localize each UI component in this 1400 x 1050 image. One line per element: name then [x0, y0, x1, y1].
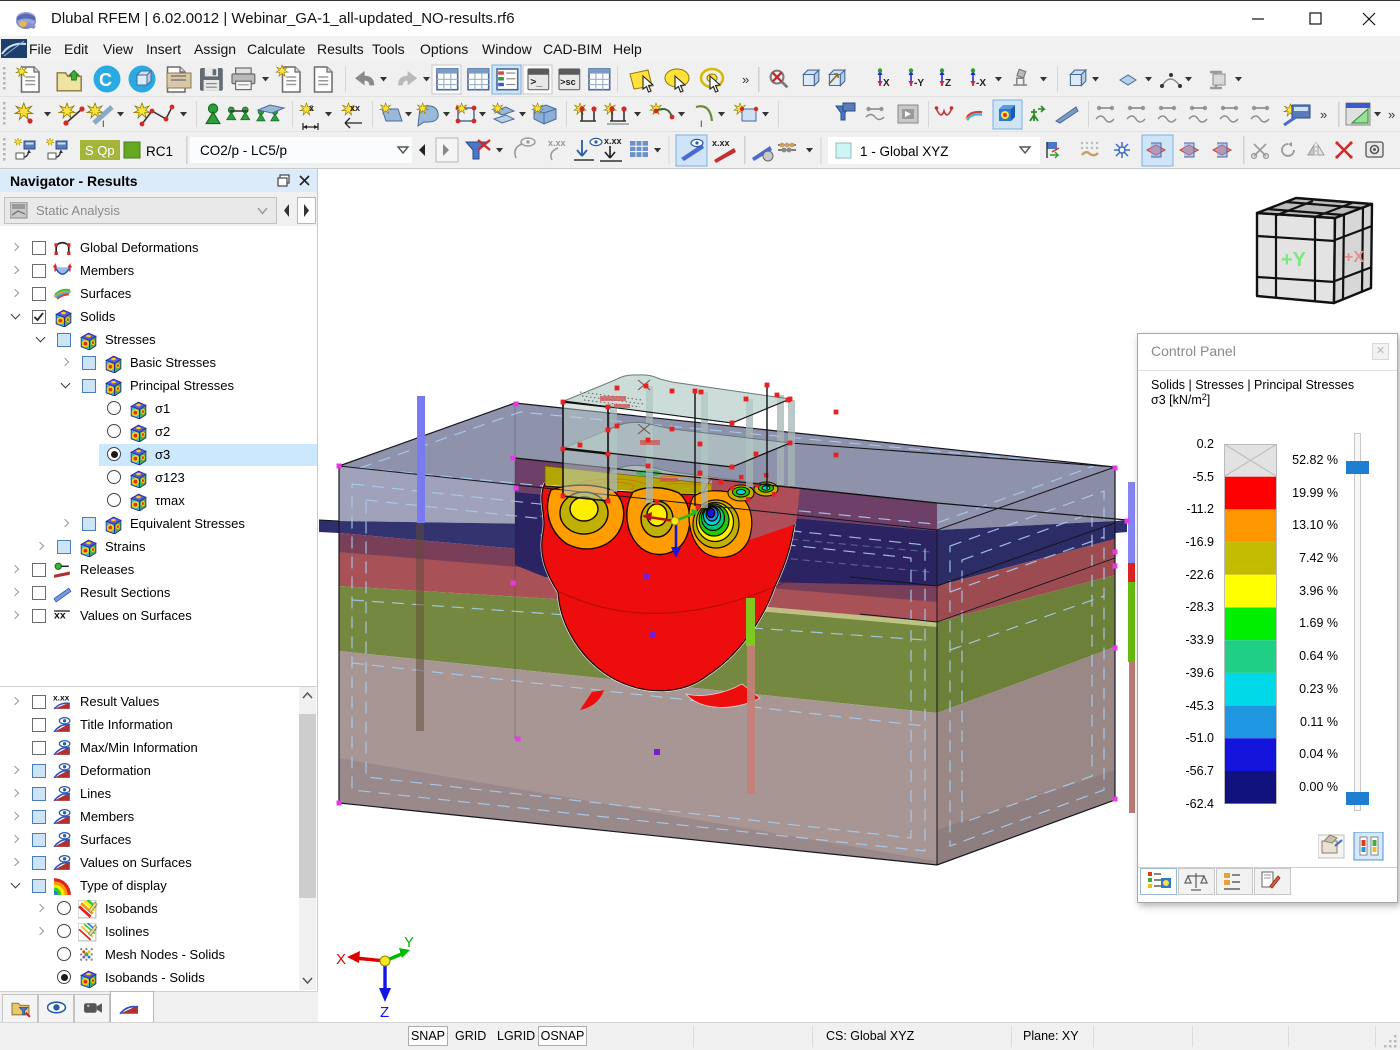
svg-text:Z: Z	[945, 78, 951, 89]
svg-text:x.xx: x.xx	[604, 136, 622, 146]
svg-text:S Qp: S Qp	[85, 143, 115, 158]
svg-text:Z: Z	[380, 1004, 389, 1021]
svg-text:1 - Global XYZ: 1 - Global XYZ	[860, 144, 949, 159]
svg-text:x.xx: x.xx	[548, 138, 566, 148]
svg-text:X: X	[336, 951, 346, 968]
svg-text:»: »	[1320, 107, 1327, 122]
svg-text:xx: xx	[350, 103, 360, 113]
svg-text:CO2/p - LC5/p: CO2/p - LC5/p	[200, 143, 287, 158]
svg-text:x: x	[309, 103, 314, 113]
svg-text:I: I	[700, 119, 703, 129]
svg-text:-Y: -Y	[914, 78, 924, 89]
svg-text:»: »	[1388, 107, 1395, 122]
svg-text:+Y: +Y	[1281, 249, 1307, 271]
svg-text:C: C	[99, 70, 112, 90]
svg-text:X: X	[883, 78, 890, 89]
svg-text:RC1: RC1	[146, 144, 173, 159]
svg-text:I: I	[102, 119, 105, 129]
svg-text:Y: Y	[404, 934, 414, 951]
svg-text:x.xx: x.xx	[712, 138, 730, 148]
svg-text:-X: -X	[976, 78, 986, 89]
svg-text:»: »	[742, 72, 749, 87]
svg-text:+X: +X	[1344, 249, 1364, 266]
